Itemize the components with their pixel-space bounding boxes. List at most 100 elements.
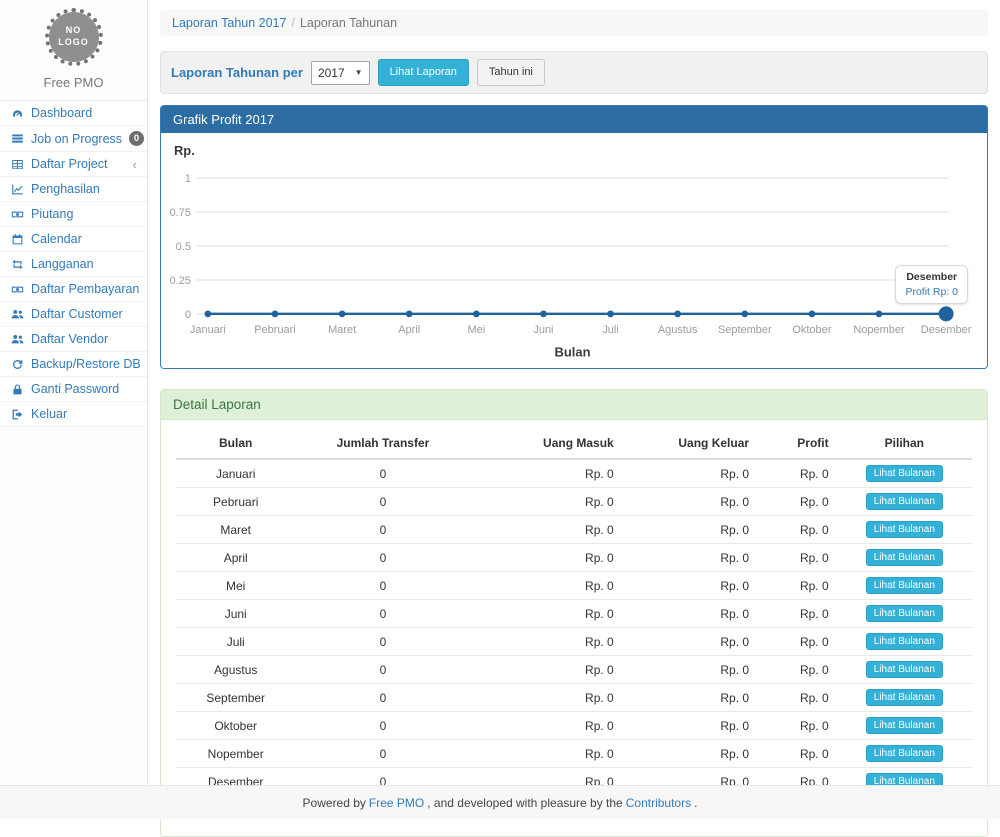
data-point-september[interactable] — [741, 311, 748, 318]
sidebar-item-label: Backup/Restore DB — [31, 357, 141, 371]
data-point-juni[interactable] — [540, 311, 547, 318]
sidebar-item-label: Langganan — [31, 257, 94, 271]
month-cell: Pebruari — [176, 488, 295, 516]
lock-icon — [10, 383, 24, 396]
lihat-bulanan-button[interactable]: Lihat Bulanan — [866, 661, 943, 678]
table-row-mei: Mei0Rp. 0Rp. 0Rp. 0Lihat Bulanan — [176, 572, 972, 600]
y-tick-label: 0.5 — [176, 241, 191, 253]
lihat-bulanan-button[interactable]: Lihat Bulanan — [866, 745, 943, 762]
profit-cell: Rp. 0 — [757, 628, 837, 656]
sidebar-item-label: Piutang — [31, 207, 73, 221]
uang-keluar-cell: Rp. 0 — [622, 628, 757, 656]
calendar-icon — [10, 233, 24, 246]
sidebar-menu: Dashboard Job on Progress 0 Daftar Project‹… — [0, 100, 147, 427]
year-select-value: 2017 — [318, 66, 345, 80]
year-select[interactable]: 2017 ▼ — [311, 61, 370, 85]
sidebar-item-penghasilan[interactable]: Penghasilan — [0, 177, 147, 202]
sidebar-item-piutang[interactable]: Piutang — [0, 202, 147, 227]
detail-table-wrap: BulanJumlah TransferUang MasukUang Kelua… — [161, 420, 987, 836]
lihat-bulanan-button[interactable]: Lihat Bulanan — [866, 689, 943, 706]
footer: Powered by Free PMO, and developed with … — [0, 785, 1000, 819]
sidebar-item-ganti-password[interactable]: Ganti Password — [0, 377, 147, 402]
lihat-bulanan-button[interactable]: Lihat Bulanan — [866, 577, 943, 594]
users-icon — [10, 308, 24, 321]
sidebar-item-backup-restore-db[interactable]: Backup/Restore DB — [0, 352, 147, 377]
lihat-bulanan-button[interactable]: Lihat Bulanan — [866, 549, 943, 566]
table-row-september: September0Rp. 0Rp. 0Rp. 0Lihat Bulanan — [176, 684, 972, 712]
lihat-bulanan-button[interactable]: Lihat Bulanan — [866, 717, 943, 734]
month-cell: Maret — [176, 516, 295, 544]
data-point-maret[interactable] — [339, 311, 346, 318]
transfer-cell: 0 — [295, 488, 470, 516]
pilihan-cell: Lihat Bulanan — [837, 544, 972, 572]
detail-panel-title: Detail Laporan — [161, 390, 987, 420]
sidebar-item-daftar-pembayaran[interactable]: Daftar Pembayaran — [0, 277, 147, 302]
breadcrumb-link-laporan-tahun[interactable]: Laporan Tahun 2017 — [172, 16, 286, 30]
data-point-desember[interactable] — [939, 307, 954, 322]
profit-line-chart: Rp.10.750.50.250JanuariPebruariMaretApri… — [161, 133, 987, 368]
uang-masuk-cell: Rp. 0 — [471, 488, 622, 516]
x-tick-label: Maret — [328, 324, 356, 336]
transfer-cell: 0 — [295, 600, 470, 628]
lihat-bulanan-button[interactable]: Lihat Bulanan — [866, 605, 943, 622]
lihat-bulanan-button[interactable]: Lihat Bulanan — [866, 633, 943, 650]
lihat-bulanan-button[interactable]: Lihat Bulanan — [866, 465, 943, 482]
uang-masuk-cell: Rp. 0 — [471, 656, 622, 684]
lihat-laporan-button[interactable]: Lihat Laporan — [378, 59, 469, 86]
refresh-icon — [10, 358, 24, 371]
month-cell: Juni — [176, 600, 295, 628]
sidebar-item-dashboard[interactable]: Dashboard — [0, 101, 147, 126]
detail-laporan-panel: Detail Laporan BulanJumlah TransferUang … — [160, 389, 988, 837]
data-point-april[interactable] — [406, 311, 413, 318]
uang-keluar-cell: Rp. 0 — [622, 740, 757, 768]
chart-canvas: Rp.10.750.50.250JanuariPebruariMaretApri… — [161, 133, 987, 368]
profit-cell: Rp. 0 — [757, 572, 837, 600]
money-icon — [10, 283, 24, 296]
column-header-uang-masuk: Uang Masuk — [471, 428, 622, 459]
uang-masuk-cell: Rp. 0 — [471, 712, 622, 740]
pilihan-cell: Lihat Bulanan — [837, 656, 972, 684]
contributors-link[interactable]: Contributors — [626, 796, 691, 810]
sidebar-item-daftar-customer[interactable]: Daftar Customer — [0, 302, 147, 327]
lihat-bulanan-button[interactable]: Lihat Bulanan — [866, 521, 943, 538]
column-header-pilihan: Pilihan — [837, 428, 972, 459]
pilihan-cell: Lihat Bulanan — [837, 628, 972, 656]
profit-cell: Rp. 0 — [757, 740, 837, 768]
transfer-cell: 0 — [295, 712, 470, 740]
profit-cell: Rp. 0 — [757, 712, 837, 740]
table-row-januari: Januari0Rp. 0Rp. 0Rp. 0Lihat Bulanan — [176, 459, 972, 488]
sidebar-item-daftar-vendor[interactable]: Daftar Vendor — [0, 327, 147, 352]
data-point-nopember[interactable] — [876, 311, 883, 318]
tahun-ini-button[interactable]: Tahun ini — [477, 59, 545, 86]
sidebar-item-calendar[interactable]: Calendar — [0, 227, 147, 252]
line-chart-icon — [10, 183, 24, 196]
sidebar-item-label: Daftar Project — [31, 157, 107, 171]
sidebar-item-label: Penghasilan — [31, 182, 100, 196]
data-point-januari[interactable] — [204, 311, 211, 318]
month-cell: Juli — [176, 628, 295, 656]
uang-keluar-cell: Rp. 0 — [622, 712, 757, 740]
free-pmo-link[interactable]: Free PMO — [369, 796, 424, 810]
x-tick-label: Nopember — [853, 324, 905, 336]
data-point-mei[interactable] — [473, 311, 480, 318]
sidebar-item-daftar-project[interactable]: Daftar Project‹ — [0, 152, 147, 177]
column-header-profit: Profit — [757, 428, 837, 459]
column-header-jumlah-transfer: Jumlah Transfer — [295, 428, 470, 459]
sidebar-item-keluar[interactable]: Keluar — [0, 402, 147, 427]
sidebar-item-label: Job on Progress — [31, 132, 122, 146]
profit-cell: Rp. 0 — [757, 600, 837, 628]
sidebar-item-label: Ganti Password — [31, 382, 119, 396]
logo-text-line1: NO — [66, 25, 82, 37]
sidebar-item-job-on-progress[interactable]: Job on Progress 0 — [0, 126, 147, 152]
data-point-pebruari[interactable] — [272, 311, 279, 318]
main-content: Laporan Tahun 2017/Laporan Tahunan Lapor… — [148, 0, 1000, 786]
data-point-juli[interactable] — [607, 311, 614, 318]
lihat-bulanan-button[interactable]: Lihat Bulanan — [866, 493, 943, 510]
x-tick-label: Agustus — [658, 324, 698, 336]
count-badge: 0 — [129, 131, 144, 146]
sidebar-item-langganan[interactable]: Langganan — [0, 252, 147, 277]
x-tick-label: Oktober — [792, 324, 831, 336]
data-point-agustus[interactable] — [674, 311, 681, 318]
sign-out-icon — [10, 408, 24, 421]
data-point-oktober[interactable] — [808, 311, 815, 318]
